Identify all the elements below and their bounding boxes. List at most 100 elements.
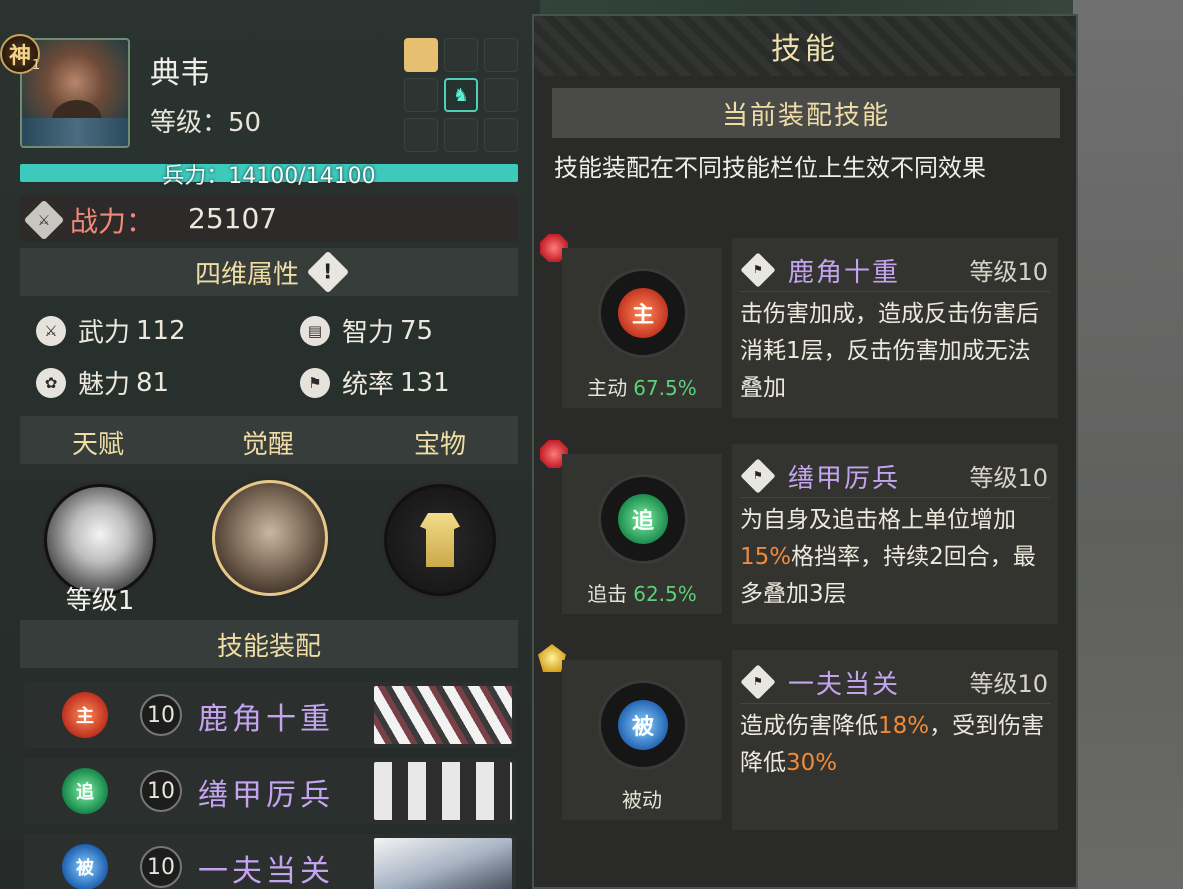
skill-level: 等级10 <box>969 258 1048 286</box>
flower-icon: ✿ <box>36 367 66 398</box>
combat-power-row: ⚔ 战力： 25107 <box>20 196 518 242</box>
trigger-label: 被动 <box>622 788 662 812</box>
power-value: 25107 <box>188 202 278 235</box>
skill-trigger: 主动 67.5% <box>562 372 722 401</box>
desc-highlight: 15% <box>740 544 792 570</box>
skills-panel: 技能 当前装配技能 技能装配在不同技能栏位上生效不同效果 主 主动 67.5% ⚑… <box>532 14 1078 889</box>
sword-icon: ⚔ <box>36 315 66 346</box>
formation-cell[interactable] <box>444 38 478 72</box>
desc-highlight: 30% <box>786 750 838 776</box>
skill-card-icon-1[interactable]: 主 主动 67.5% <box>562 248 722 408</box>
hero-name: 典韦 <box>150 56 210 91</box>
skill-level-badge: 10 <box>140 846 182 888</box>
skill-level-badge: 10 <box>140 694 182 736</box>
skill-name: 缮甲厉兵 <box>788 464 901 494</box>
talent-level: 等级1 <box>65 586 135 616</box>
attr-label: 武力 <box>78 318 131 348</box>
desc-highlight: 18% <box>878 713 930 739</box>
skill-card-detail-1: ⚑ 鹿角十重 等级10 击伤害加成，造成反击伤害后消耗1层，反击伤害加成无法叠加 <box>732 238 1058 418</box>
attr-label: 智力 <box>342 318 395 348</box>
armor-icon <box>420 513 460 567</box>
tab-talent[interactable]: 天赋 <box>38 424 158 461</box>
hero-panel: 神 1 典韦 等级：50 ♞ 兵力：14100/14100 ⚔ 战力： 2510… <box>0 0 540 889</box>
attr-value: 75 <box>400 315 434 346</box>
formation-grid[interactable]: ♞ <box>404 38 518 152</box>
skill-slot-2[interactable]: 追 10 缮甲厉兵 <box>24 758 516 824</box>
formation-cell[interactable] <box>404 118 438 152</box>
skill-loadout-header: 技能装配 <box>20 620 518 668</box>
attributes-title: 四维属性 <box>194 259 299 290</box>
skill-type-icon: ⚑ <box>740 664 776 700</box>
attr-value: 112 <box>136 315 186 346</box>
info-icon[interactable]: ! <box>306 250 350 294</box>
skill-type-icon: ⚑ <box>740 252 776 288</box>
skill-slot-1[interactable]: 主 10 鹿角十重 <box>24 682 516 748</box>
skill-description: 为自身及追击格上单位增加15%格挡率，持续2回合，最多叠加3层 <box>740 502 1052 613</box>
skill-card-icon-2[interactable]: 追 追击 62.5% <box>562 454 722 614</box>
formation-cell[interactable] <box>484 38 518 72</box>
skill-name: 缮甲厉兵 <box>198 778 334 813</box>
skill-description: 击伤害加成，造成反击伤害后消耗1层，反击伤害加成无法叠加 <box>740 301 1039 401</box>
skill-name: 一夫当关 <box>788 670 901 700</box>
attr-label: 魅力 <box>78 370 131 400</box>
formation-cell[interactable] <box>444 118 478 152</box>
skill-card-icon-3[interactable]: 被 被动 <box>562 660 722 820</box>
treasure-orb[interactable] <box>384 484 496 596</box>
skill-card-header: ⚑ 一夫当关 等级10 <box>740 664 1050 704</box>
skill-card-header: ⚑ 鹿角十重 等级10 <box>740 252 1050 292</box>
skill-art-thumbnail <box>374 762 512 820</box>
trigger-label: 主动 <box>587 376 628 400</box>
attr-intellect: ▤ 智力 75 <box>300 312 433 349</box>
rank-number: 1 <box>32 58 41 73</box>
skill-art-thumbnail <box>374 686 512 744</box>
portrait-armor <box>22 118 128 146</box>
skill-description: 造成伤害降低18%，受到伤害降低30% <box>740 708 1052 782</box>
awaken-orb[interactable] <box>212 480 328 596</box>
attr-command: ⚑ 统率 131 <box>300 364 450 401</box>
troop-text: 兵力：14100/14100 <box>162 164 376 189</box>
skill-art-thumbnail <box>374 838 512 889</box>
trigger-percent: 67.5% <box>633 376 697 400</box>
skill-name: 鹿角十重 <box>198 702 334 737</box>
skill-card-detail-2: ⚑ 缮甲厉兵 等级10 为自身及追击格上单位增加15%格挡率，持续2回合，最多叠… <box>732 444 1058 624</box>
skill-slot-3[interactable]: 被 10 一夫当关 <box>24 834 516 889</box>
attr-force: ⚔ 武力 112 <box>36 312 186 349</box>
feature-tabs: 天赋 觉醒 宝物 <box>20 416 518 464</box>
skill-level: 等级10 <box>969 670 1048 698</box>
trigger-percent: 62.5% <box>633 582 697 606</box>
desc-text: 造成伤害降低 <box>740 713 878 739</box>
formation-cell[interactable] <box>404 78 438 112</box>
active-skill-icon: 主 <box>618 288 668 338</box>
skill-card-detail-3: ⚑ 一夫当关 等级10 造成伤害降低18%，受到伤害降低30% <box>732 650 1058 830</box>
skill-name: 鹿角十重 <box>788 258 901 288</box>
skill-trigger: 追击 62.5% <box>562 578 722 607</box>
power-icon: ⚔ <box>23 199 65 241</box>
book-icon: ▤ <box>300 315 330 346</box>
attr-charm: ✿ 魅力 81 <box>36 364 169 401</box>
skill-level-badge: 10 <box>140 770 182 812</box>
skill-card-header: ⚑ 缮甲厉兵 等级10 <box>740 458 1050 498</box>
skills-note: 技能装配在不同技能栏位上生效不同效果 <box>554 154 986 182</box>
skill-trigger: 被动 <box>562 784 722 813</box>
attributes-header: 四维属性 ! <box>20 248 518 296</box>
formation-cell[interactable] <box>484 78 518 112</box>
tab-awaken[interactable]: 觉醒 <box>208 424 328 461</box>
flag-icon: ⚑ <box>300 367 330 398</box>
desc-text: 为自身及追击格上单位增加 <box>740 507 1016 533</box>
skill-orb: 被 <box>598 680 688 770</box>
formation-unit-icon[interactable]: ♞ <box>444 78 478 112</box>
formation-cell[interactable] <box>484 118 518 152</box>
skill-orb: 主 <box>598 268 688 358</box>
attr-label: 统率 <box>342 370 395 400</box>
chase-skill-icon: 追 <box>62 768 108 814</box>
formation-cell[interactable] <box>404 38 438 72</box>
attr-value: 81 <box>136 367 170 398</box>
skill-type-icon: ⚑ <box>740 458 776 494</box>
skills-title: 技能 <box>534 16 1076 76</box>
troop-bar: 兵力：14100/14100 <box>20 164 518 189</box>
tab-treasure[interactable]: 宝物 <box>380 424 500 461</box>
active-skill-icon: 主 <box>62 692 108 738</box>
power-label: 战力： <box>70 205 155 238</box>
background-edge <box>1073 0 1183 889</box>
skill-loadout-title: 技能装配 <box>216 631 321 662</box>
